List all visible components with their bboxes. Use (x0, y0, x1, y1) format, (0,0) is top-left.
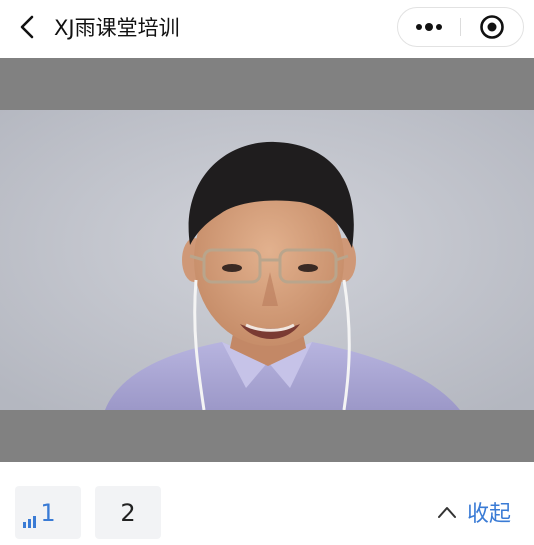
line-1-button[interactable]: 1 (15, 486, 81, 539)
collapse-label: 收起 (467, 502, 512, 527)
line-2-button[interactable]: 2 (95, 486, 161, 539)
close-mini-program-button[interactable] (461, 8, 523, 46)
collapse-button[interactable]: 收起 (437, 497, 511, 527)
mini-program-capsule (397, 7, 524, 47)
more-button[interactable] (398, 8, 460, 46)
target-close-icon (480, 15, 504, 39)
chevron-up-icon (438, 507, 456, 518)
line-2-label: 2 (120, 498, 136, 527)
video-player[interactable] (0, 58, 534, 462)
more-dots-icon (416, 23, 442, 31)
video-controls-bar: 1 2 收起 (0, 462, 534, 545)
speaker-video-image (0, 110, 534, 410)
signal-bars-icon (23, 516, 36, 528)
back-button[interactable] (12, 12, 42, 42)
page-title: XJ雨课堂培训 (54, 16, 180, 40)
line-1-label: 1 (40, 498, 56, 527)
chevron-left-icon (20, 15, 34, 39)
video-frame[interactable] (0, 110, 534, 410)
nav-bar: XJ雨课堂培训 (0, 0, 534, 58)
